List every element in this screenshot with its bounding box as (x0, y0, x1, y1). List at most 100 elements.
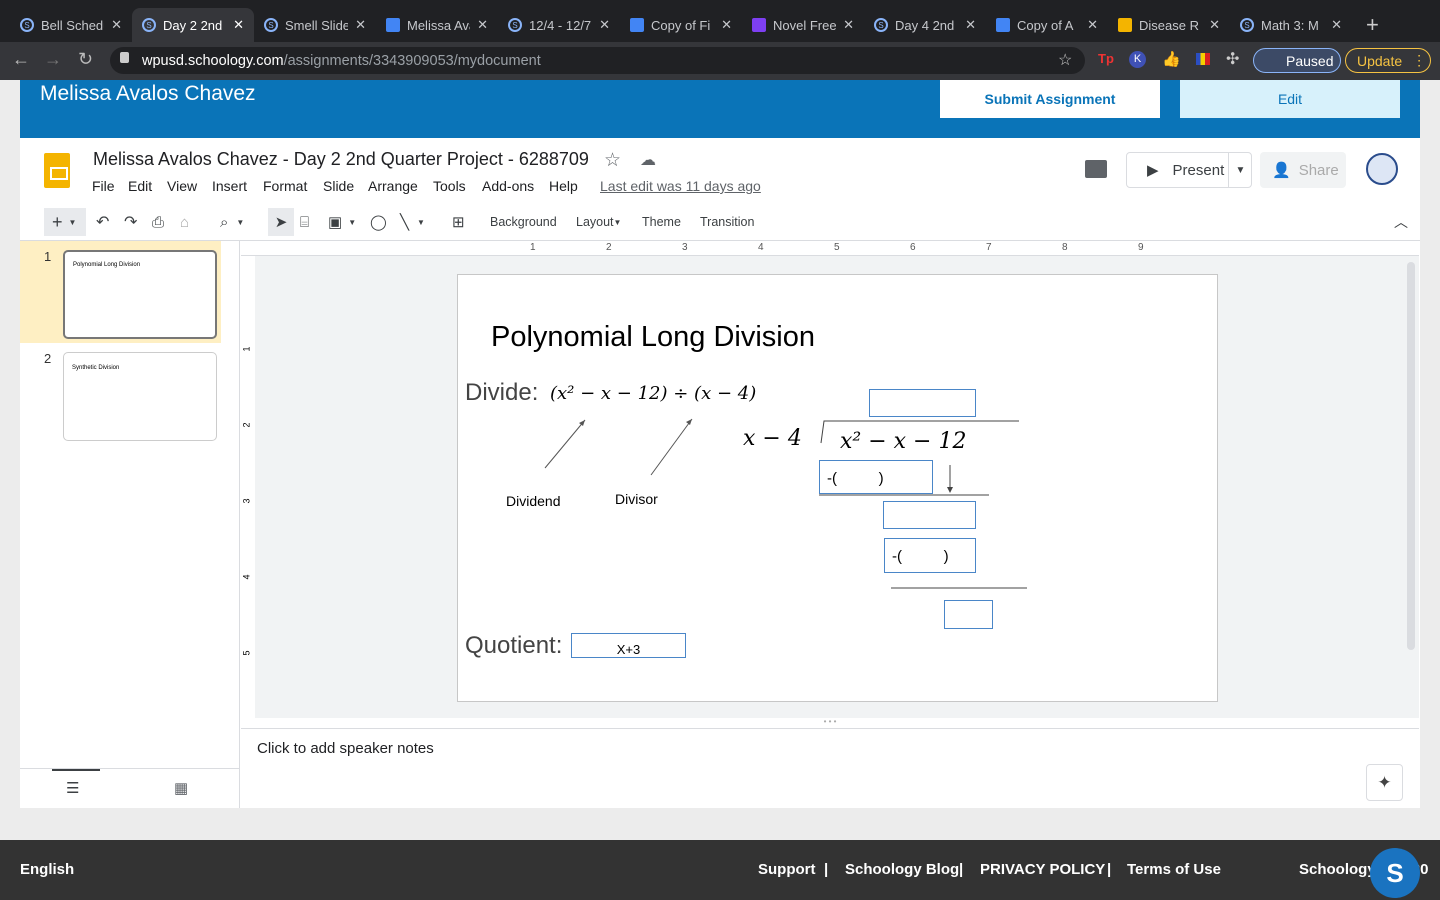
close-tab-icon[interactable]: ✕ (233, 17, 244, 33)
add-comment-icon[interactable]: ⊞ (452, 208, 465, 236)
subtraction-box-2[interactable]: -( ) (884, 538, 976, 573)
new-slide-button[interactable]: + ▼ (44, 208, 86, 236)
menu-arrange[interactable]: Arrange (368, 178, 418, 194)
paint-format-icon[interactable]: ⌂ (180, 208, 189, 236)
present-dropdown[interactable]: ▼ (1228, 152, 1252, 188)
remainder-box-1[interactable] (883, 501, 976, 529)
speaker-notes-placeholder[interactable]: Click to add speaker notes (257, 740, 434, 757)
schoology-blog-link[interactable]: Schoology Blog (845, 861, 959, 878)
reload-icon[interactable]: ↻ (78, 49, 93, 70)
slides-logo-icon[interactable] (44, 153, 70, 188)
close-tab-icon[interactable]: ✕ (1209, 17, 1220, 33)
schoology-help-icon[interactable]: S (1370, 848, 1420, 898)
zoom-icon[interactable]: ⌕ ▼ (220, 208, 244, 236)
browser-tab[interactable]: S Bell Schedule ✕ (10, 8, 132, 42)
quotient-answer-box[interactable] (869, 389, 976, 417)
close-tab-icon[interactable]: ✕ (111, 17, 122, 33)
extension-thumb-icon[interactable]: 👍 (1162, 50, 1181, 68)
extension-flag-icon[interactable] (1196, 53, 1210, 65)
dividend-text[interactable]: x² − x − 12 (840, 429, 966, 454)
browser-tab[interactable]: S Day 4 2nd ✕ (864, 8, 986, 42)
quotient-input-box[interactable]: X+3 (571, 633, 686, 658)
menu-slide[interactable]: Slide (323, 178, 354, 194)
subtraction-box-1[interactable]: -( ) (819, 460, 933, 494)
browser-tab[interactable]: Copy of Fi ✕ (620, 8, 742, 42)
menu-add-ons[interactable]: Add-ons (482, 178, 534, 194)
back-icon[interactable]: ← (12, 49, 30, 70)
divisor-label[interactable]: Divisor (615, 491, 658, 507)
share-button[interactable]: 👤 Share (1260, 152, 1346, 188)
redo-icon[interactable]: ↷ (124, 208, 137, 236)
transition-button[interactable]: Transition (700, 208, 754, 236)
layout-button[interactable]: Layout ▼ (576, 208, 621, 236)
close-tab-icon[interactable]: ✕ (355, 17, 366, 33)
cloud-status-icon[interactable]: ☁ (640, 150, 656, 170)
close-tab-icon[interactable]: ✕ (843, 17, 854, 33)
star-icon[interactable]: ☆ (1058, 50, 1072, 70)
menu-file[interactable]: File (92, 178, 115, 194)
explore-button[interactable]: ✦ (1366, 764, 1403, 801)
close-tab-icon[interactable]: ✕ (721, 17, 732, 33)
profile-button[interactable]: Paused (1253, 48, 1341, 73)
select-cursor-icon[interactable]: ➤ (268, 208, 294, 236)
privacy-policy-link[interactable]: PRIVACY POLICY (980, 861, 1105, 878)
menu-view[interactable]: View (167, 178, 197, 194)
menu-insert[interactable]: Insert (212, 178, 247, 194)
browser-tab[interactable]: S Math 3: M ✕ (1230, 8, 1352, 42)
slide-canvas[interactable]: Polynomial Long Division Divide: (x² − x… (457, 274, 1218, 702)
text-box-icon[interactable]: ⌸ (300, 208, 309, 236)
puzzle-icon[interactable]: ✣ (1226, 49, 1239, 69)
print-icon[interactable]: ⎙ (152, 208, 164, 236)
support-link[interactable]: Support (758, 861, 816, 878)
update-button[interactable]: Update ⋮ (1345, 48, 1431, 73)
background-button[interactable]: Background (490, 208, 557, 236)
close-tab-icon[interactable]: ✕ (1087, 17, 1098, 33)
browser-tab[interactable]: S Day 2 2nd Quarter ✕ (132, 8, 254, 42)
menu-format[interactable]: Format (263, 178, 307, 194)
close-tab-icon[interactable]: ✕ (599, 17, 610, 33)
dividend-label[interactable]: Dividend (506, 493, 560, 509)
browser-tab[interactable]: Disease R ✕ (1108, 8, 1230, 42)
image-icon[interactable]: ▣ ▼ (328, 208, 356, 236)
shape-icon[interactable]: ◯ (370, 208, 387, 236)
edit-button[interactable]: Edit (1180, 80, 1400, 118)
grid-view-icon[interactable]: ▦ (174, 779, 188, 797)
url-input[interactable]: wpusd.schoology.com/assignments/33439090… (110, 47, 1085, 74)
list-view-icon[interactable]: ☰ (66, 779, 79, 797)
browser-tab[interactable]: Novel Free ✕ (742, 8, 864, 42)
theme-button[interactable]: Theme (642, 208, 681, 236)
notes-resize-handle[interactable]: • • • (241, 718, 1419, 728)
line-icon[interactable]: ╲ ▼ (400, 208, 425, 236)
language-selector[interactable]: English (20, 861, 74, 878)
browser-tab[interactable]: Melissa Avalos ✕ (376, 8, 498, 42)
last-edit-link[interactable]: Last edit was 11 days ago (600, 178, 761, 194)
menu-tools[interactable]: Tools (433, 178, 466, 194)
new-tab-button[interactable]: + (1366, 12, 1379, 38)
divisor-text[interactable]: x − 4 (743, 426, 802, 451)
menu-edit[interactable]: Edit (128, 178, 152, 194)
close-tab-icon[interactable]: ✕ (1331, 17, 1342, 33)
undo-icon[interactable]: ↶ (96, 208, 109, 236)
remainder-box-2[interactable] (944, 600, 993, 629)
collapse-toolbar-icon[interactable]: ︿ (1394, 208, 1408, 236)
forward-icon[interactable]: → (44, 49, 62, 70)
extension-k-icon[interactable]: K (1129, 51, 1146, 68)
menu-help[interactable]: Help (549, 178, 578, 194)
browser-tab[interactable]: Copy of A ✕ (986, 8, 1108, 42)
browser-tab[interactable]: S Smell Slides ✕ (254, 8, 376, 42)
close-tab-icon[interactable]: ✕ (965, 17, 976, 33)
vertical-scrollbar[interactable] (1407, 262, 1415, 650)
browser-tab[interactable]: S 12/4 - 12/7 ✕ (498, 8, 620, 42)
speaker-notes[interactable]: Click to add speaker notes ✦ (241, 728, 1419, 808)
submit-assignment-button[interactable]: Submit Assignment (940, 80, 1160, 118)
close-tab-icon[interactable]: ✕ (477, 17, 488, 33)
star-icon[interactable]: ☆ (604, 149, 621, 172)
document-title[interactable]: Melissa Avalos Chavez - Day 2 2nd Quarte… (93, 149, 589, 170)
slide-thumbnail-1[interactable]: Polynomial Long Division (63, 250, 217, 339)
avatar[interactable] (1366, 153, 1398, 185)
quotient-label[interactable]: Quotient: (465, 632, 562, 660)
terms-of-use-link[interactable]: Terms of Use (1127, 861, 1221, 878)
extension-icon[interactable]: Tp (1098, 51, 1114, 66)
slide-thumbnail-2[interactable]: Synthetic Division (63, 352, 217, 441)
comments-icon[interactable] (1085, 160, 1107, 178)
